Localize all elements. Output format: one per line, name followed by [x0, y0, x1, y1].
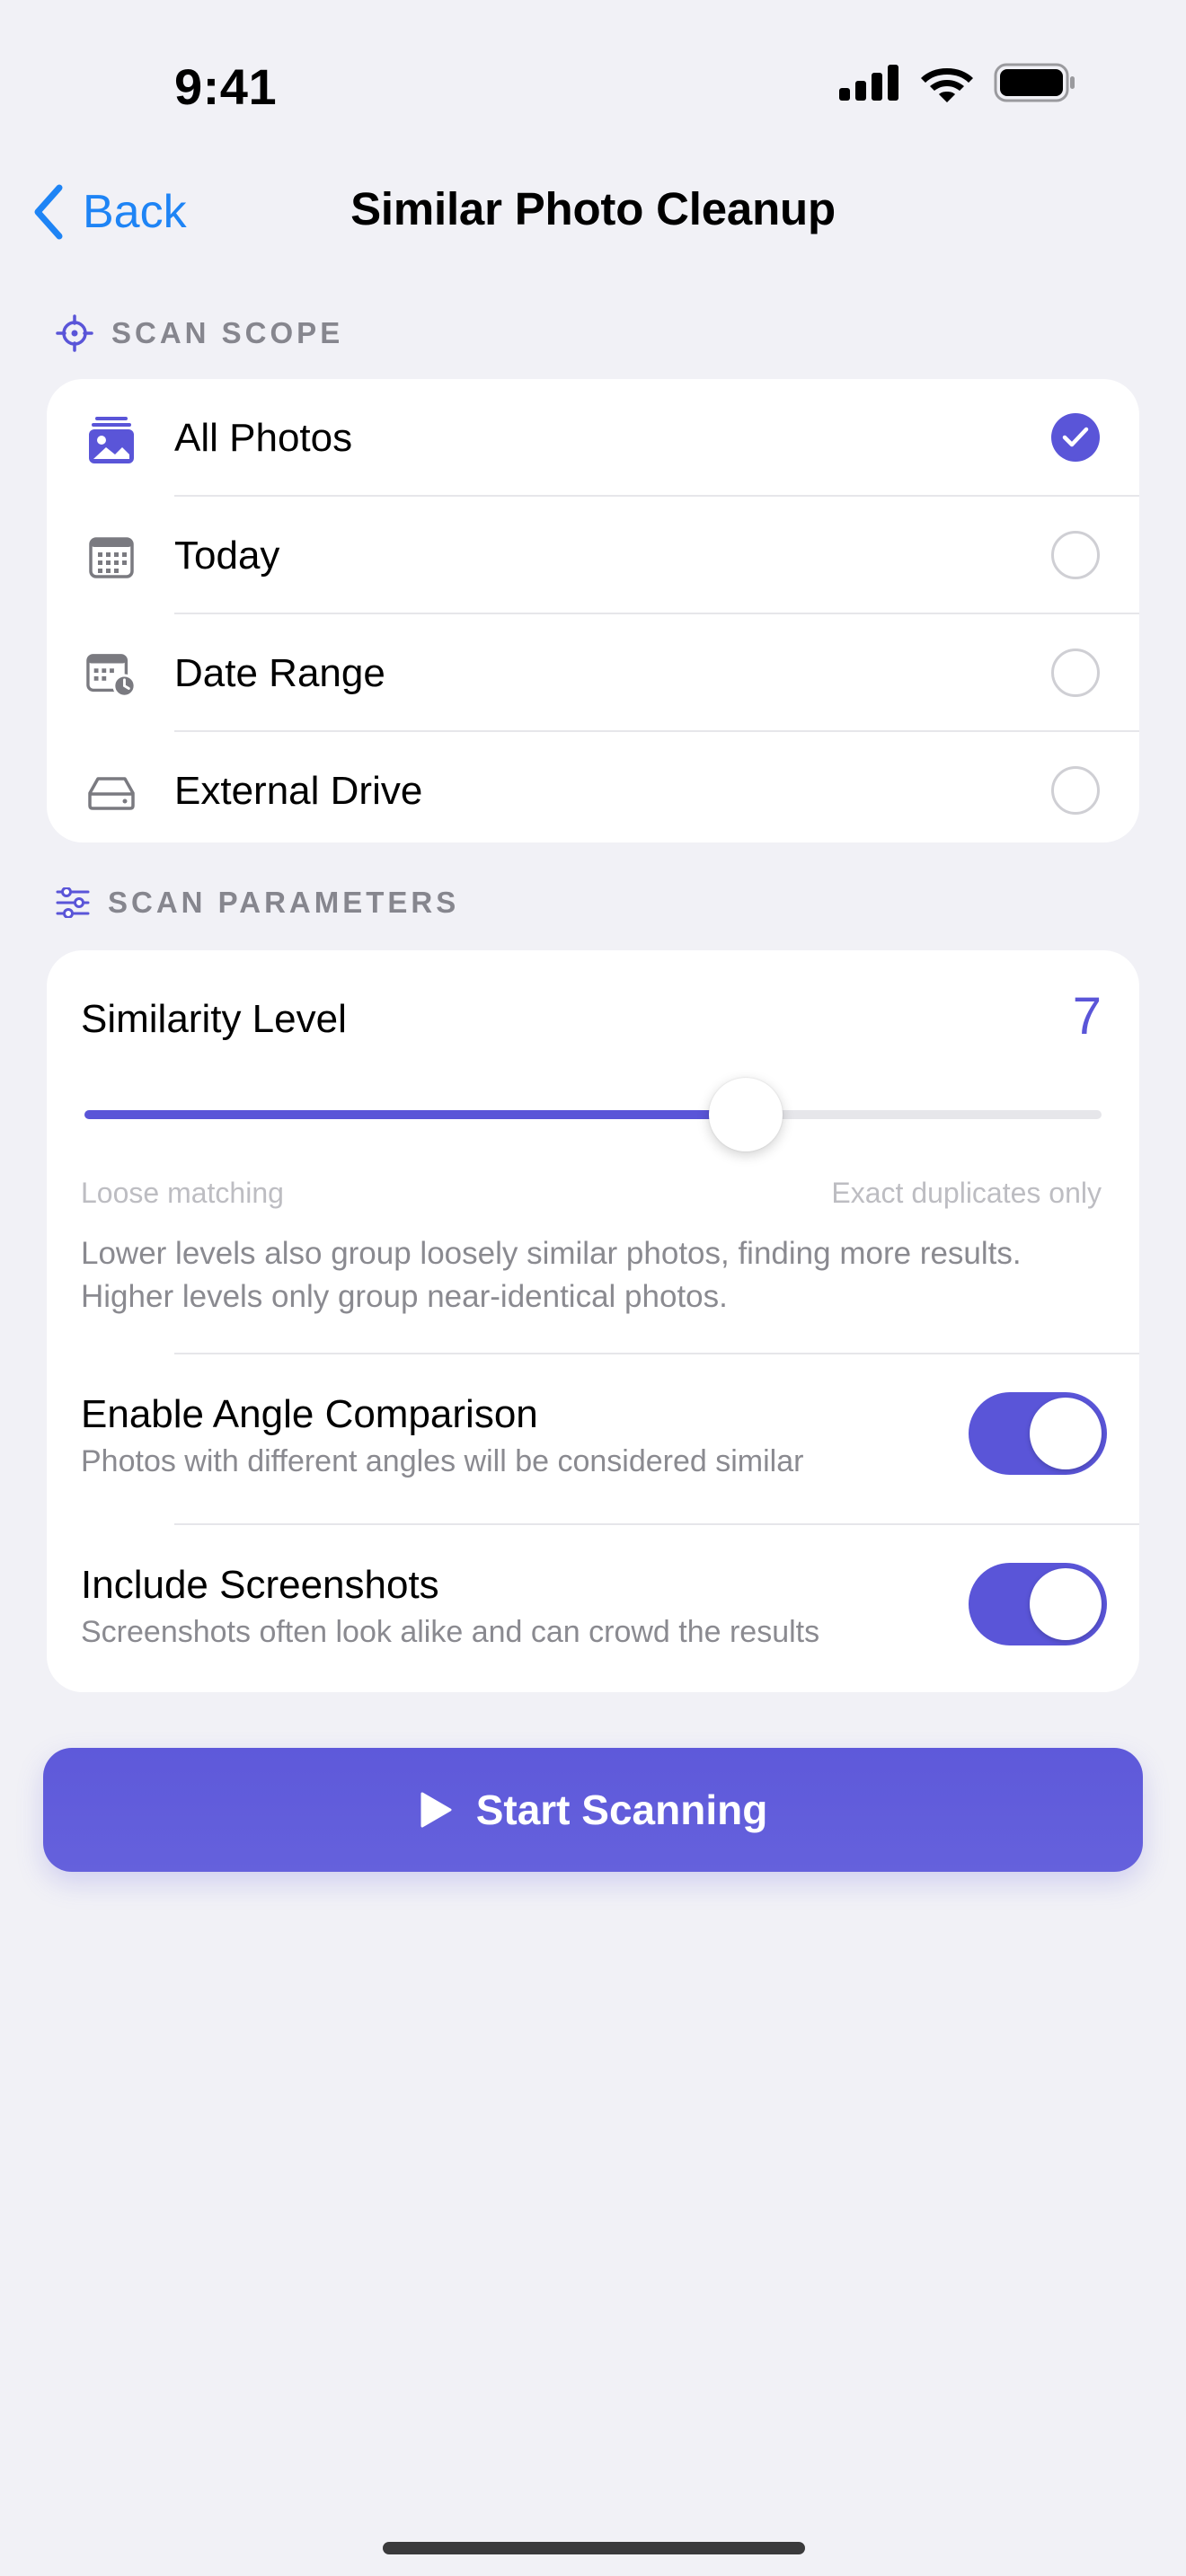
- scope-label: All Photos: [174, 415, 353, 460]
- similarity-description: Lower levels also group loosely similar …: [81, 1236, 1022, 1314]
- radio-checked[interactable]: [1051, 413, 1100, 462]
- toggle-knob: [1030, 1568, 1102, 1640]
- external-drive-icon: [86, 768, 137, 818]
- scope-option-all-photos[interactable]: All Photos: [47, 379, 1139, 497]
- calendar-clock-icon: [86, 650, 137, 701]
- slider-min-label: Loose matching: [81, 1177, 284, 1209]
- scope-option-today[interactable]: Today: [47, 497, 1139, 614]
- scope-label: Date Range: [174, 650, 385, 695]
- scan-parameters-card: Similarity Level 7 Loose matching Exact …: [47, 950, 1139, 1692]
- similarity-level-label: Similarity Level: [81, 997, 347, 1041]
- status-time: 9:41: [174, 58, 278, 115]
- scan-scope-card: All Photos Today Date Range External Dri…: [47, 379, 1139, 842]
- include-screenshots-subtitle: Screenshots often look alike and can cro…: [81, 1615, 820, 1649]
- page-title: Similar Photo Cleanup: [350, 183, 836, 234]
- slider-fill: [84, 1110, 746, 1119]
- scan-parameters-header: SCAN PARAMETERS: [56, 886, 459, 920]
- scope-option-external-drive[interactable]: External Drive: [47, 732, 1139, 842]
- scan-parameters-title: SCAN PARAMETERS: [108, 886, 460, 919]
- scan-scope-header: SCAN SCOPE: [56, 314, 343, 352]
- angle-comparison-row: Enable Angle Comparison Photos with diff…: [47, 1354, 1139, 1525]
- angle-comparison-subtitle: Photos with different angles will be con…: [81, 1444, 804, 1478]
- slider-range-labels: Loose matching Exact duplicates only: [81, 1177, 1102, 1210]
- battery-icon: [994, 63, 1075, 102]
- angle-comparison-title: Enable Angle Comparison: [81, 1392, 538, 1436]
- radio-unchecked[interactable]: [1051, 766, 1100, 815]
- include-screenshots-toggle[interactable]: [969, 1563, 1107, 1645]
- checkmark-icon: [1062, 427, 1089, 447]
- cellular-signal-icon: [839, 65, 898, 101]
- home-indicator: [383, 2542, 805, 2554]
- scope-label: Today: [174, 533, 280, 578]
- slider-thumb[interactable]: [708, 1078, 783, 1151]
- target-icon: [56, 314, 93, 352]
- radio-unchecked[interactable]: [1051, 531, 1100, 579]
- start-scanning-button[interactable]: Start Scanning: [43, 1748, 1143, 1872]
- wifi-icon: [921, 68, 973, 102]
- angle-comparison-toggle[interactable]: [969, 1392, 1107, 1475]
- include-screenshots-title: Include Screenshots: [81, 1563, 439, 1607]
- screen: 9:41 Back Similar Photo Cleanup SCAN SCO…: [0, 0, 1186, 2576]
- photo-stack-icon: [86, 415, 137, 465]
- similarity-slider[interactable]: [84, 1078, 1102, 1151]
- play-icon: [420, 1792, 452, 1828]
- slider-max-label: Exact duplicates only: [831, 1177, 1102, 1209]
- similarity-level-value: 7: [1072, 987, 1102, 1045]
- status-icons: [839, 63, 1076, 102]
- radio-unchecked[interactable]: [1051, 648, 1100, 697]
- sliders-icon: [56, 887, 90, 918]
- include-screenshots-row: Include Screenshots Screenshots often lo…: [47, 1525, 1139, 1692]
- scan-scope-title: SCAN SCOPE: [111, 316, 344, 349]
- calendar-icon: [86, 533, 137, 583]
- scope-label: External Drive: [174, 768, 423, 813]
- start-scanning-label: Start Scanning: [475, 1786, 768, 1833]
- toggle-knob: [1030, 1398, 1102, 1469]
- scope-option-date-range[interactable]: Date Range: [47, 614, 1139, 732]
